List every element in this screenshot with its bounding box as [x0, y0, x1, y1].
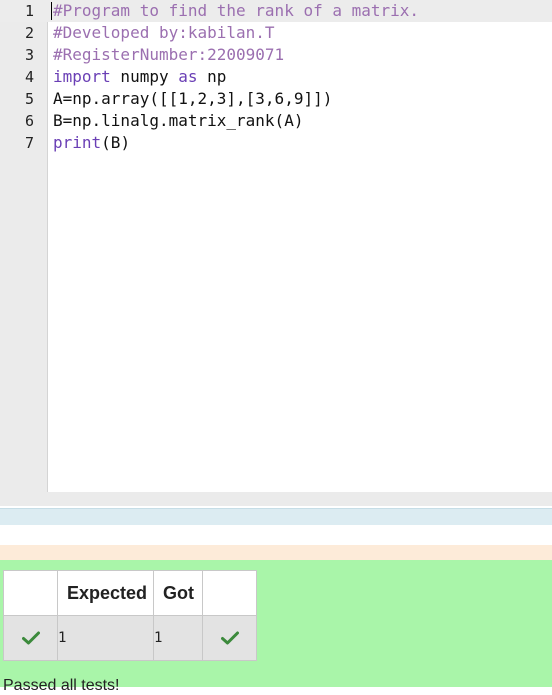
header-got: Got — [153, 570, 203, 616]
line-number: 5 — [24, 90, 34, 108]
code-text: #Developed by:kabilan.T — [53, 23, 275, 42]
results-header-row: Expected Got — [3, 570, 257, 616]
status-cell — [3, 615, 58, 661]
code-token: (B) — [101, 133, 131, 152]
feedback-header-band — [0, 545, 552, 560]
code-line-7[interactable]: 7 print(B) — [0, 132, 552, 154]
code-text: B=np.linalg.matrix_rank(A) — [53, 111, 304, 130]
keyword-import: import — [53, 67, 111, 86]
code-token: numpy — [110, 67, 179, 86]
test-results-table: Expected Got 1 1 — [3, 570, 257, 661]
code-text: A=np.array([[1,2,3],[3,6,9]]) — [53, 89, 333, 108]
builtin-print: print — [53, 133, 102, 152]
line-number: 6 — [24, 112, 34, 130]
code-line-2[interactable]: 2 #Developed by:kabilan.T — [0, 22, 552, 44]
header-status — [3, 570, 58, 616]
code-token: np — [197, 67, 227, 86]
line-number: 3 — [24, 46, 34, 64]
header-result — [202, 570, 257, 616]
code-editor[interactable]: 1 #Program to find the rank of a matrix.… — [0, 0, 552, 492]
result-cell — [202, 615, 257, 661]
code-line-4[interactable]: 4 import numpy as np — [0, 66, 552, 88]
code-text: #Program to find the rank of a matrix. — [53, 1, 420, 20]
expected-value: 1 — [57, 615, 154, 661]
editor-scroll-area — [0, 492, 552, 506]
line-number: 1 — [24, 2, 34, 20]
check-icon — [220, 631, 239, 645]
line-number: 2 — [24, 24, 34, 42]
check-icon — [21, 631, 40, 645]
code-line-5[interactable]: 5 A=np.array([[1,2,3],[3,6,9]]) — [0, 88, 552, 110]
passed-message: Passed all tests! — [3, 677, 120, 694]
code-text: import numpy as np — [53, 66, 226, 88]
code-text: print(B) — [53, 132, 130, 154]
line-number: 4 — [24, 68, 34, 86]
code-line-6[interactable]: 6 B=np.linalg.matrix_rank(A) — [0, 110, 552, 132]
table-row: 1 1 — [3, 615, 257, 661]
line-number: 7 — [24, 134, 34, 152]
code-line-1[interactable]: 1 #Program to find the rank of a matrix. — [0, 0, 552, 22]
header-expected: Expected — [57, 570, 154, 616]
code-text: #RegisterNumber:22009071 — [53, 45, 285, 64]
code-line-3[interactable]: 3 #RegisterNumber:22009071 — [0, 44, 552, 66]
got-value: 1 — [153, 615, 203, 661]
keyword-as: as — [178, 67, 198, 86]
text-cursor — [51, 2, 52, 20]
editor-resize-bar[interactable] — [0, 508, 552, 525]
